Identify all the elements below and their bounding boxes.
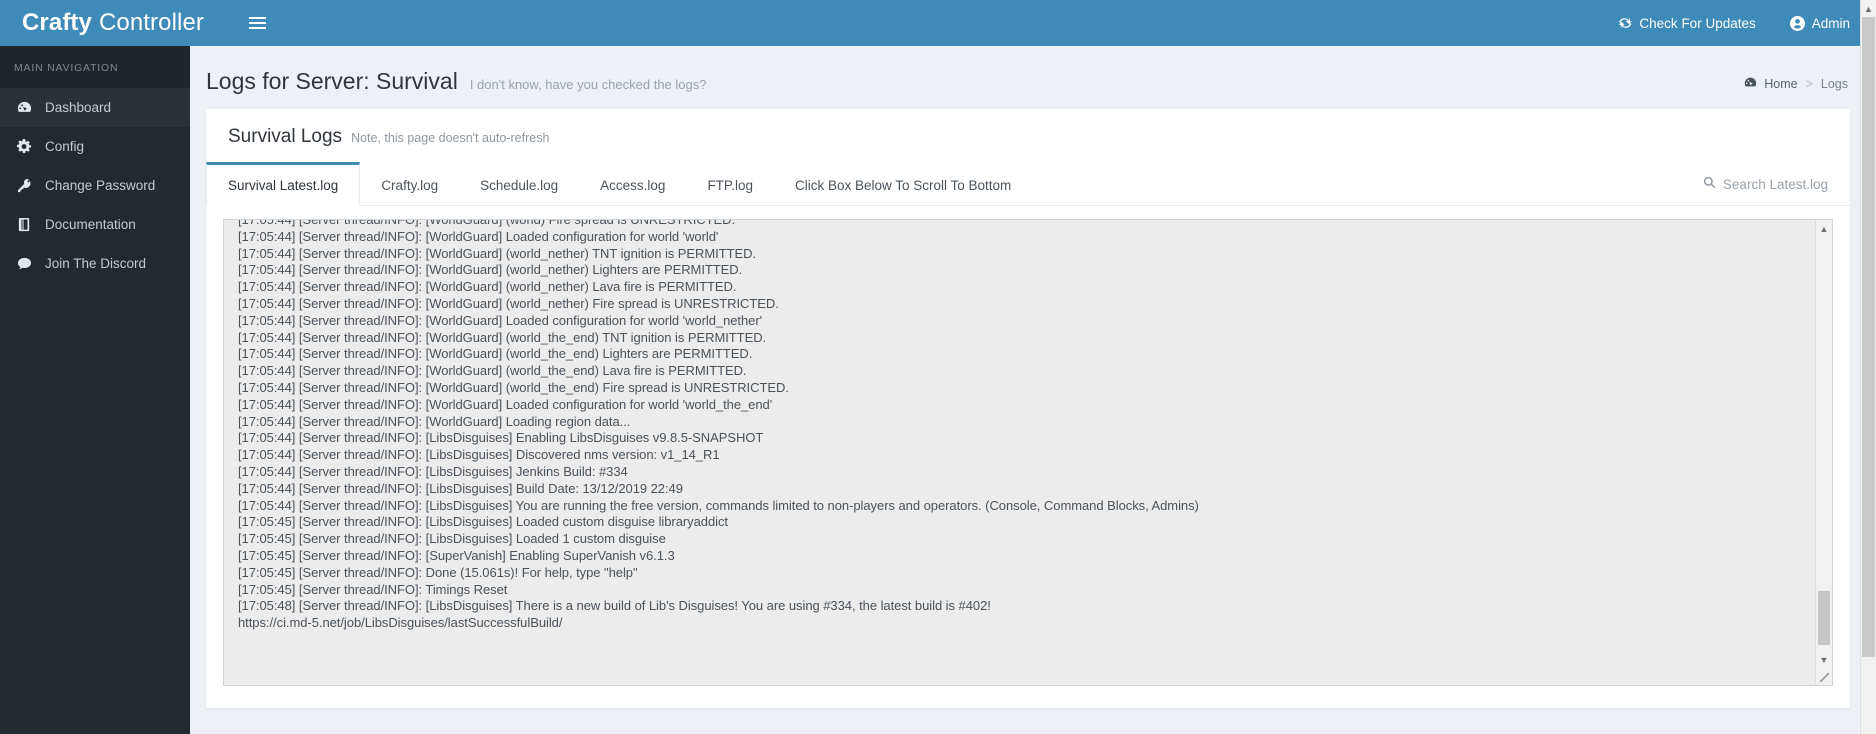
log-scrollbar-thumb[interactable]	[1818, 591, 1830, 645]
log-line: [17:05:44] [Server thread/INFO]: [WorldG…	[238, 413, 631, 429]
scroll-down-icon[interactable]: ▼	[1816, 651, 1832, 668]
page-title: Logs for Server: Survival	[206, 68, 458, 94]
logs-card: Survival Logs Note, this page doesn't au…	[206, 109, 1850, 708]
log-output-box[interactable]: [17:05:44] [Server thread/INFO]: [WorldG…	[223, 219, 1833, 686]
user-circle-icon	[1789, 15, 1805, 31]
log-line: [17:05:44] [Server thread/INFO]: [WorldG…	[238, 312, 763, 328]
hamburger-icon[interactable]	[245, 11, 270, 35]
sidebar-item-label: Config	[45, 139, 85, 154]
brand-name-light: Controller	[98, 9, 204, 36]
dashboard-icon	[1744, 76, 1757, 92]
tab-bar: Survival Latest.log Crafty.log Schedule.…	[206, 162, 1850, 206]
sidebar-item-change-password[interactable]: Change Password	[0, 166, 190, 205]
log-line: [17:05:44] [Server thread/INFO]: [WorldG…	[238, 396, 773, 412]
log-line: [17:05:44] [Server thread/INFO]: [WorldG…	[238, 295, 779, 311]
log-line: [17:05:44] [Server thread/INFO]: [WorldG…	[238, 245, 757, 261]
log-line: [17:05:44] [Server thread/INFO]: [WorldG…	[238, 379, 789, 395]
page-header: Logs for Server: Survival I don't know, …	[206, 46, 1850, 109]
log-line: [17:05:44] [Server thread/INFO]: [WorldG…	[238, 363, 747, 379]
sidebar-item-label: Dashboard	[45, 100, 112, 115]
tab-crafty-log[interactable]: Crafty.log	[360, 162, 459, 205]
breadcrumb: Home > Logs	[1744, 76, 1848, 92]
tab-scroll-to-bottom[interactable]: Click Box Below To Scroll To Bottom	[774, 162, 1032, 205]
sidebar-item-documentation[interactable]: Documentation	[0, 205, 190, 244]
log-line: [17:05:44] [Server thread/INFO]: [LibsDi…	[238, 447, 720, 463]
card-note: Note, this page doesn't auto-refresh	[351, 131, 550, 145]
tab-access-log[interactable]: Access.log	[579, 162, 686, 205]
sidebar-item-join-the-discord[interactable]: Join The Discord	[0, 244, 190, 283]
user-menu-button[interactable]: Admin	[1789, 15, 1850, 31]
log-line: [17:05:45] [Server thread/INFO]: [SuperV…	[238, 547, 675, 563]
dashboard-icon	[17, 100, 32, 115]
page-subtitle: I don't know, have you checked the logs?	[469, 77, 707, 92]
page-scrollbar-thumb[interactable]	[1862, 17, 1875, 657]
log-line: [17:05:44] [Server thread/INFO]: [WorldG…	[238, 346, 753, 362]
log-line: [17:05:44] [Server thread/INFO]: [WorldG…	[238, 329, 767, 345]
top-bar-actions: Check For Updates Admin	[1618, 15, 1850, 31]
sidebar: MAIN NAVIGATION Dashboard Config Change …	[0, 46, 190, 734]
breadcrumb-separator: >	[1805, 77, 1813, 91]
resize-grip-icon[interactable]	[1816, 668, 1832, 685]
log-line: [17:05:44] [Server thread/INFO]: [WorldG…	[238, 262, 743, 278]
chat-bubble-icon	[17, 256, 32, 271]
main-content: Logs for Server: Survival I don't know, …	[190, 46, 1876, 734]
book-icon	[17, 217, 32, 232]
log-line: [17:05:44] [Server thread/INFO]: [LibsDi…	[238, 430, 764, 446]
sidebar-item-label: Documentation	[45, 217, 136, 232]
log-line: [17:05:44] [Server thread/INFO]: [WorldG…	[238, 279, 737, 295]
tab-list: Survival Latest.log Crafty.log Schedule.…	[206, 162, 1032, 206]
tab-schedule-log[interactable]: Schedule.log	[459, 162, 579, 205]
brand-logo[interactable]: Crafty Controller	[0, 0, 227, 46]
log-line: [17:05:45] [Server thread/INFO]: Timings…	[238, 581, 508, 597]
log-line: [17:05:44] [Server thread/INFO]: [WorldG…	[238, 220, 1815, 229]
key-icon	[17, 178, 32, 193]
log-line: [17:05:44] [Server thread/INFO]: [LibsDi…	[238, 463, 628, 479]
page-scrollbar[interactable]: ▲	[1860, 0, 1876, 734]
log-wrapper: [17:05:44] [Server thread/INFO]: [WorldG…	[206, 206, 1850, 708]
log-line: [17:05:45] [Server thread/INFO]: Done (1…	[238, 564, 638, 580]
tab-survival-latest-log[interactable]: Survival Latest.log	[206, 162, 361, 206]
breadcrumb-home[interactable]: Home	[1744, 76, 1798, 92]
top-bar: Crafty Controller Check For Updates Admi…	[0, 0, 1876, 46]
tab-ftp-log[interactable]: FTP.log	[686, 162, 774, 205]
app-root: Crafty Controller Check For Updates Admi…	[0, 0, 1876, 734]
log-line: [17:05:48] [Server thread/INFO]: [LibsDi…	[238, 598, 991, 614]
log-line: [17:05:45] [Server thread/INFO]: [LibsDi…	[238, 514, 728, 530]
card-header: Survival Logs Note, this page doesn't au…	[206, 109, 1850, 151]
search-log-input[interactable]: Search Latest.log	[1703, 162, 1850, 205]
log-line: [17:05:44] [Server thread/INFO]: [LibsDi…	[238, 497, 1199, 513]
breadcrumb-current: Logs	[1820, 77, 1848, 91]
log-scroll-area: [17:05:44] [Server thread/INFO]: [WorldG…	[224, 220, 1815, 685]
log-line: [17:05:44] [Server thread/INFO]: [LibsDi…	[238, 480, 683, 496]
scroll-up-icon[interactable]: ▲	[1816, 220, 1832, 237]
check-for-updates-button[interactable]: Check For Updates	[1618, 15, 1756, 31]
log-line: [17:05:44] [Server thread/INFO]: [WorldG…	[238, 228, 719, 244]
log-line: https://ci.md-5.net/job/LibsDisguises/la…	[238, 615, 563, 631]
log-scrollbar[interactable]: ▲ ▼	[1815, 220, 1832, 685]
log-line: [17:05:45] [Server thread/INFO]: [LibsDi…	[238, 531, 666, 547]
sidebar-item-label: Join The Discord	[45, 256, 147, 271]
check-for-updates-label: Check For Updates	[1639, 15, 1756, 31]
user-label: Admin	[1811, 15, 1850, 31]
sidebar-item-dashboard[interactable]: Dashboard	[0, 88, 190, 127]
sidebar-section-title: MAIN NAVIGATION	[0, 46, 190, 88]
sidebar-item-label: Change Password	[45, 178, 156, 193]
card-title: Survival Logs	[228, 126, 343, 147]
brand-name-bold: Crafty	[22, 9, 92, 36]
breadcrumb-home-label: Home	[1764, 77, 1798, 91]
body-row: MAIN NAVIGATION Dashboard Config Change …	[0, 46, 1876, 734]
gear-icon	[17, 139, 32, 154]
page-scroll-up-icon[interactable]: ▲	[1861, 0, 1876, 17]
sidebar-item-config[interactable]: Config	[0, 127, 190, 166]
search-icon	[1703, 176, 1716, 192]
refresh-icon	[1618, 16, 1633, 30]
top-bar-right: Check For Updates Admin	[227, 0, 1876, 46]
search-log-label: Search Latest.log	[1722, 176, 1828, 192]
